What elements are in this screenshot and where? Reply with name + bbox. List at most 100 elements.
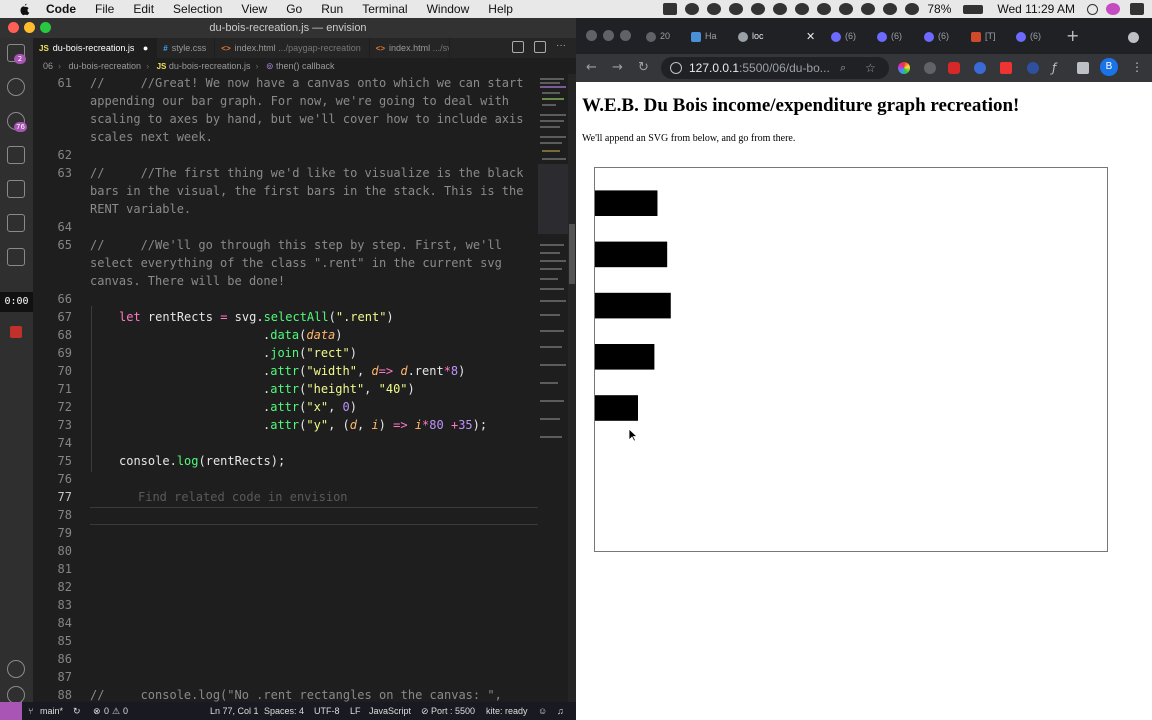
git-branch[interactable]: main* xyxy=(40,702,63,720)
breadcrumb-item[interactable]: du-bois-recreation.js xyxy=(169,61,251,71)
user-avatar-icon[interactable] xyxy=(1106,3,1120,15)
code-line[interactable]: 76 xyxy=(33,470,538,488)
browser-tab-active[interactable]: loc xyxy=(738,28,782,48)
forward-arrow-icon[interactable]: → xyxy=(612,60,623,76)
extensions-icon[interactable] xyxy=(7,214,25,232)
extension-icon[interactable] xyxy=(1027,62,1039,74)
live-server-port[interactable]: Port : 5500 xyxy=(431,702,475,720)
menu-window[interactable]: Window xyxy=(427,2,470,16)
code-line[interactable]: 65// //We'll go through this step by ste… xyxy=(33,236,538,254)
code-line[interactable]: 69 .join("rect") xyxy=(33,344,538,362)
record-stop-icon[interactable] xyxy=(10,326,22,338)
tab-search-icon[interactable] xyxy=(1128,32,1139,43)
live-share-icon[interactable] xyxy=(7,248,25,266)
unsaved-dot-icon[interactable]: ● xyxy=(143,43,148,53)
browser-tab[interactable]: Ha xyxy=(691,28,735,48)
volume-icon[interactable] xyxy=(905,3,920,15)
browser-tab[interactable]: (6) xyxy=(877,28,921,48)
code-line-wrap[interactable]: scaling to axes by hand, but we'll cover… xyxy=(33,110,538,128)
code-line-wrap[interactable]: select everything of the class ".rent" i… xyxy=(33,254,538,272)
profile-avatar[interactable]: B xyxy=(1100,58,1118,76)
site-info-icon[interactable] xyxy=(670,62,682,74)
bluetooth-icon[interactable] xyxy=(883,3,898,15)
browser-tab[interactable]: (6) xyxy=(924,28,968,48)
tab-index-html-paygap[interactable]: <> index.html .../paygap-recreation xyxy=(215,38,370,58)
editor-scrollbar[interactable] xyxy=(568,74,576,702)
code-line[interactable]: 67 let rentRects = svg.selectAll(".rent") xyxy=(33,308,538,326)
code-line[interactable]: 79 xyxy=(33,524,538,542)
code-line[interactable]: 70 .attr("width", d=> d.rent*8) xyxy=(33,362,538,380)
back-arrow-icon[interactable]: ← xyxy=(586,60,597,76)
window-minimize-button[interactable] xyxy=(24,22,35,33)
fontface-extension-icon[interactable]: ƒ xyxy=(1052,62,1064,74)
code-line[interactable]: 83 xyxy=(33,596,538,614)
hand-icon[interactable] xyxy=(729,3,744,15)
encoding[interactable]: UTF-8 xyxy=(314,702,340,720)
extension-icon[interactable] xyxy=(974,62,986,74)
run-debug-icon[interactable] xyxy=(7,146,25,164)
reload-icon[interactable]: ↻ xyxy=(638,60,649,76)
scrollbar-thumb[interactable] xyxy=(569,224,575,284)
code-line[interactable]: 66 xyxy=(33,290,538,308)
menu-terminal[interactable]: Terminal xyxy=(362,2,407,16)
kite-status[interactable]: kite: ready xyxy=(486,702,528,720)
window-close-button[interactable] xyxy=(8,22,19,33)
address-bar[interactable]: 127.0.0.1:5500/06/du-bo... xyxy=(661,57,889,79)
pause-icon[interactable] xyxy=(707,3,722,15)
code-line[interactable]: 81 xyxy=(33,560,538,578)
menu-go[interactable]: Go xyxy=(286,2,302,16)
cloud-icon[interactable] xyxy=(773,3,788,15)
code-line[interactable]: 61// //Great! We now have a canvas onto … xyxy=(33,74,538,92)
window-close-button[interactable] xyxy=(586,30,597,41)
wifi-icon[interactable] xyxy=(861,3,876,15)
feedback-icon[interactable]: ☺ xyxy=(538,702,547,720)
extension-icon[interactable] xyxy=(924,62,936,74)
menubar-clock[interactable]: Wed 11:29 AM xyxy=(997,2,1075,16)
account-icon[interactable] xyxy=(7,660,25,678)
browser-tab[interactable]: (6) xyxy=(831,28,875,48)
code-line[interactable]: 64 xyxy=(33,218,538,236)
new-tab-plus-icon[interactable]: + xyxy=(1066,28,1079,44)
code-line[interactable]: 85 xyxy=(33,632,538,650)
language-mode[interactable]: JavaScript xyxy=(369,702,411,720)
butterfly-icon[interactable] xyxy=(817,3,832,15)
code-line[interactable]: 82 xyxy=(33,578,538,596)
end-of-line[interactable]: LF xyxy=(350,702,361,720)
code-line[interactable]: 62 xyxy=(33,146,538,164)
tab-du-bois-recreation-js[interactable]: JS du-bois-recreation.js ● xyxy=(33,38,158,58)
window-zoom-button[interactable] xyxy=(620,30,631,41)
code-line[interactable]: 88// console.log("No .rent rectangles on… xyxy=(33,686,538,702)
code-line[interactable]: 72 .attr("x", 0) xyxy=(33,398,538,416)
breadcrumb-item[interactable]: 06 xyxy=(43,61,53,71)
browser-tab[interactable]: (6) xyxy=(1016,28,1060,48)
window-minimize-button[interactable] xyxy=(603,30,614,41)
code-line-wrap[interactable]: canvas. There will be done! xyxy=(33,272,538,290)
spotlight-icon[interactable] xyxy=(1087,3,1098,15)
more-actions-icon[interactable]: ··· xyxy=(556,41,568,53)
menu-selection[interactable]: Selection xyxy=(173,2,222,16)
sync-icon[interactable]: ↻ xyxy=(73,702,81,720)
chrome-menu-icon[interactable]: ⋮ xyxy=(1131,59,1143,75)
warning-count[interactable]: 0 xyxy=(123,702,128,720)
code-line-current[interactable]: 77 Find related code in envision xyxy=(33,488,538,506)
text-extension-icon[interactable] xyxy=(1000,62,1012,74)
code-line[interactable]: 68 .data(data) xyxy=(33,326,538,344)
browser-tab[interactable]: [T] xyxy=(971,28,1015,48)
menu-edit[interactable]: Edit xyxy=(133,2,154,16)
menu-help[interactable]: Help xyxy=(488,2,513,16)
code-line[interactable]: 80 xyxy=(33,542,538,560)
split-editor-icon[interactable] xyxy=(534,41,546,53)
battery-percent[interactable]: 78% xyxy=(927,2,951,16)
code-line[interactable]: 75 console.log(rentRects); xyxy=(33,452,538,470)
control-center-icon[interactable] xyxy=(1130,3,1144,15)
menu-view[interactable]: View xyxy=(241,2,267,16)
breadcrumb-item[interactable]: du-bois-recreation xyxy=(69,61,142,71)
error-icon[interactable]: ⊗ xyxy=(93,702,101,720)
code-line[interactable]: 71 .attr("height", "40") xyxy=(33,380,538,398)
code-line[interactable]: 86 xyxy=(33,650,538,668)
tab-index-html-svg[interactable]: <>index.html .../svg xyxy=(370,38,450,58)
breadcrumb-item[interactable]: then() callback xyxy=(276,61,335,71)
puzzle-extensions-icon[interactable] xyxy=(1077,62,1089,74)
screen-record-icon[interactable] xyxy=(663,3,678,15)
code-editor[interactable]: 61// //Great! We now have a canvas onto … xyxy=(33,74,538,702)
